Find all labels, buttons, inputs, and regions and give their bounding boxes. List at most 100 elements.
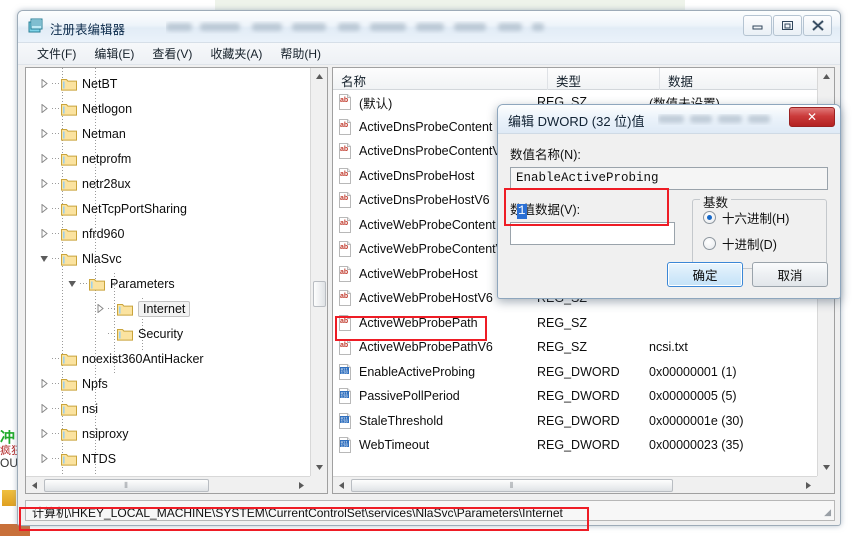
close-icon[interactable]: [803, 15, 832, 36]
chevron-down-icon[interactable]: [36, 246, 52, 271]
menu-item-edit[interactable]: 编辑(E): [85, 43, 143, 64]
svg-text:ab: ab: [340, 146, 348, 153]
table-row[interactable]: 011 110 PassivePollPeriod REG_DWORD 0x000000…: [333, 384, 817, 409]
folder-icon: [61, 152, 77, 166]
column-header-type[interactable]: 类型: [548, 68, 660, 90]
tree-horizontal-scrollbar[interactable]: ⦀: [26, 476, 310, 493]
tree-hscroll-thumb[interactable]: ⦀: [44, 479, 209, 492]
tree-node-noexist360antihacker[interactable]: noexist360AntiHacker: [26, 346, 310, 371]
chevron-right-icon[interactable]: [92, 296, 108, 321]
folder-icon: [61, 352, 77, 366]
table-row[interactable]: 011 110 EnableActiveProbing REG_DWORD 0x0000…: [333, 360, 817, 385]
chevron-right-icon[interactable]: [36, 421, 52, 446]
tree-scroll-up-arrow[interactable]: [311, 68, 327, 85]
table-row[interactable]: 011 110 StaleThreshold REG_DWORD 0x0000001e …: [333, 409, 817, 434]
value-data-field[interactable]: [510, 222, 675, 245]
minimize-icon[interactable]: [743, 15, 772, 36]
tree-node-netlogon[interactable]: Netlogon: [26, 96, 310, 121]
list-hscroll-thumb[interactable]: ⦀: [351, 479, 673, 492]
resize-grip-icon[interactable]: ◢: [824, 507, 831, 518]
chevron-right-icon[interactable]: [36, 221, 52, 246]
chevron-right-icon[interactable]: [36, 371, 52, 396]
tree-node-security[interactable]: Security: [26, 321, 310, 346]
tree-node-nettcpportsharing[interactable]: NetTcpPortSharing: [26, 196, 310, 221]
table-row[interactable]: ab ActiveWebProbePath REG_SZ: [333, 311, 817, 336]
folder-icon: [61, 452, 77, 466]
tree-node-npfs[interactable]: Npfs: [26, 371, 310, 396]
list-horizontal-scrollbar[interactable]: ⦀: [333, 476, 817, 493]
menu-item-view[interactable]: 查看(V): [143, 43, 201, 64]
tree-node-label: Internet: [138, 300, 191, 317]
value-name-cell: ActiveWebProbePathV6: [359, 340, 493, 355]
menu-item-help[interactable]: 帮助(H): [271, 43, 330, 64]
tree-node-nlasvc[interactable]: NlaSvc: [26, 246, 310, 271]
tree-connector-line: [52, 221, 61, 246]
folder-icon: [61, 252, 77, 266]
restore-icon[interactable]: [773, 15, 802, 36]
menu-bar: 文件(F) 编辑(E) 查看(V) 收藏夹(A) 帮助(H): [18, 43, 840, 65]
menu-item-favorites[interactable]: 收藏夹(A): [201, 43, 271, 64]
cancel-button[interactable]: 取消: [752, 262, 828, 287]
list-scroll-down-arrow[interactable]: [818, 459, 834, 476]
column-header-data[interactable]: 数据: [660, 68, 834, 90]
menu-item-file[interactable]: 文件(F): [28, 43, 85, 64]
svg-text:110: 110: [341, 371, 349, 375]
dialog-buttons: 确定 取消: [658, 262, 828, 287]
radio-hexadecimal-icon[interactable]: [703, 211, 716, 224]
string-value-icon: ab: [337, 118, 353, 135]
folder-icon: [117, 327, 133, 341]
svg-text:ab: ab: [340, 195, 348, 202]
dialog-close-icon[interactable]: ✕: [789, 107, 835, 127]
tree-vertical-scrollbar[interactable]: [310, 68, 327, 476]
chevron-right-icon[interactable]: [36, 121, 52, 146]
value-type-cell: REG_SZ: [537, 340, 588, 355]
value-name-field[interactable]: EnableActiveProbing: [510, 167, 828, 190]
tree-node-label: Security: [138, 326, 184, 341]
chevron-right-icon[interactable]: [36, 146, 52, 171]
tree-node-nsi[interactable]: nsi: [26, 396, 310, 421]
chevron-right-icon[interactable]: [36, 446, 52, 471]
value-data-label: 数值数据(V):: [510, 203, 581, 217]
radio-decimal-icon[interactable]: [703, 237, 716, 250]
chevron-right-icon[interactable]: [36, 171, 52, 196]
chevron-right-icon[interactable]: [36, 71, 52, 96]
radio-decimal-label: 十进制(D): [722, 238, 777, 252]
string-value-icon: ab: [337, 143, 353, 160]
chevron-right-icon[interactable]: [36, 396, 52, 421]
tree-node-ntds[interactable]: NTDS: [26, 446, 310, 471]
tree-connector-line: [80, 271, 89, 296]
radio-decimal[interactable]: 十进制(D): [703, 234, 818, 253]
chevron-right-icon[interactable]: [36, 96, 52, 121]
ok-button[interactable]: 确定: [667, 262, 743, 287]
table-row[interactable]: ab ActiveWebProbePathV6 REG_SZ ncsi.txt: [333, 335, 817, 360]
tree-node-internet[interactable]: Internet: [26, 296, 310, 321]
tree-node-parameters[interactable]: Parameters: [26, 271, 310, 296]
tree-node-netman[interactable]: Netman: [26, 121, 310, 146]
tree-scroll-thumb[interactable]: [313, 281, 326, 307]
list-scroll-right-arrow[interactable]: [800, 477, 817, 493]
chevron-right-icon[interactable]: [36, 196, 52, 221]
list-scroll-left-arrow[interactable]: [333, 477, 350, 493]
string-value-icon: ab: [337, 216, 353, 233]
tree-scroll-down-arrow[interactable]: [311, 459, 327, 476]
base-group-label: 基数: [700, 192, 732, 211]
registry-tree[interactable]: NetBT Netlogon Netman netprofm netr28ux NetTc…: [26, 68, 310, 476]
value-name-label: 数值名称(N):: [510, 148, 581, 162]
column-header-name[interactable]: 名称: [333, 68, 548, 90]
tree-hscroll-grip: ⦀: [124, 480, 129, 490]
value-data-selected-text: 1: [517, 204, 527, 219]
tree-node-netbt[interactable]: NetBT: [26, 71, 310, 96]
table-row[interactable]: 011 110 WebTimeout REG_DWORD 0x00000023 (35): [333, 433, 817, 458]
tree-node-netr28ux[interactable]: netr28ux: [26, 171, 310, 196]
tree-node-nsiproxy[interactable]: nsiproxy: [26, 421, 310, 446]
folder-icon: [61, 427, 77, 441]
list-scroll-up-arrow[interactable]: [818, 68, 834, 85]
tree-node-nfrd960[interactable]: nfrd960: [26, 221, 310, 246]
tree-scroll-right-arrow[interactable]: [293, 477, 310, 493]
chevron-down-icon[interactable]: [64, 271, 80, 296]
tree-scroll-left-arrow[interactable]: [26, 477, 43, 493]
tree-connector-line: [108, 296, 117, 321]
dword-value-icon: 011 110: [337, 437, 353, 454]
tree-node-netprofm[interactable]: netprofm: [26, 146, 310, 171]
dialog-title-bar: 编辑 DWORD (32 位)值 ✕: [498, 105, 840, 134]
